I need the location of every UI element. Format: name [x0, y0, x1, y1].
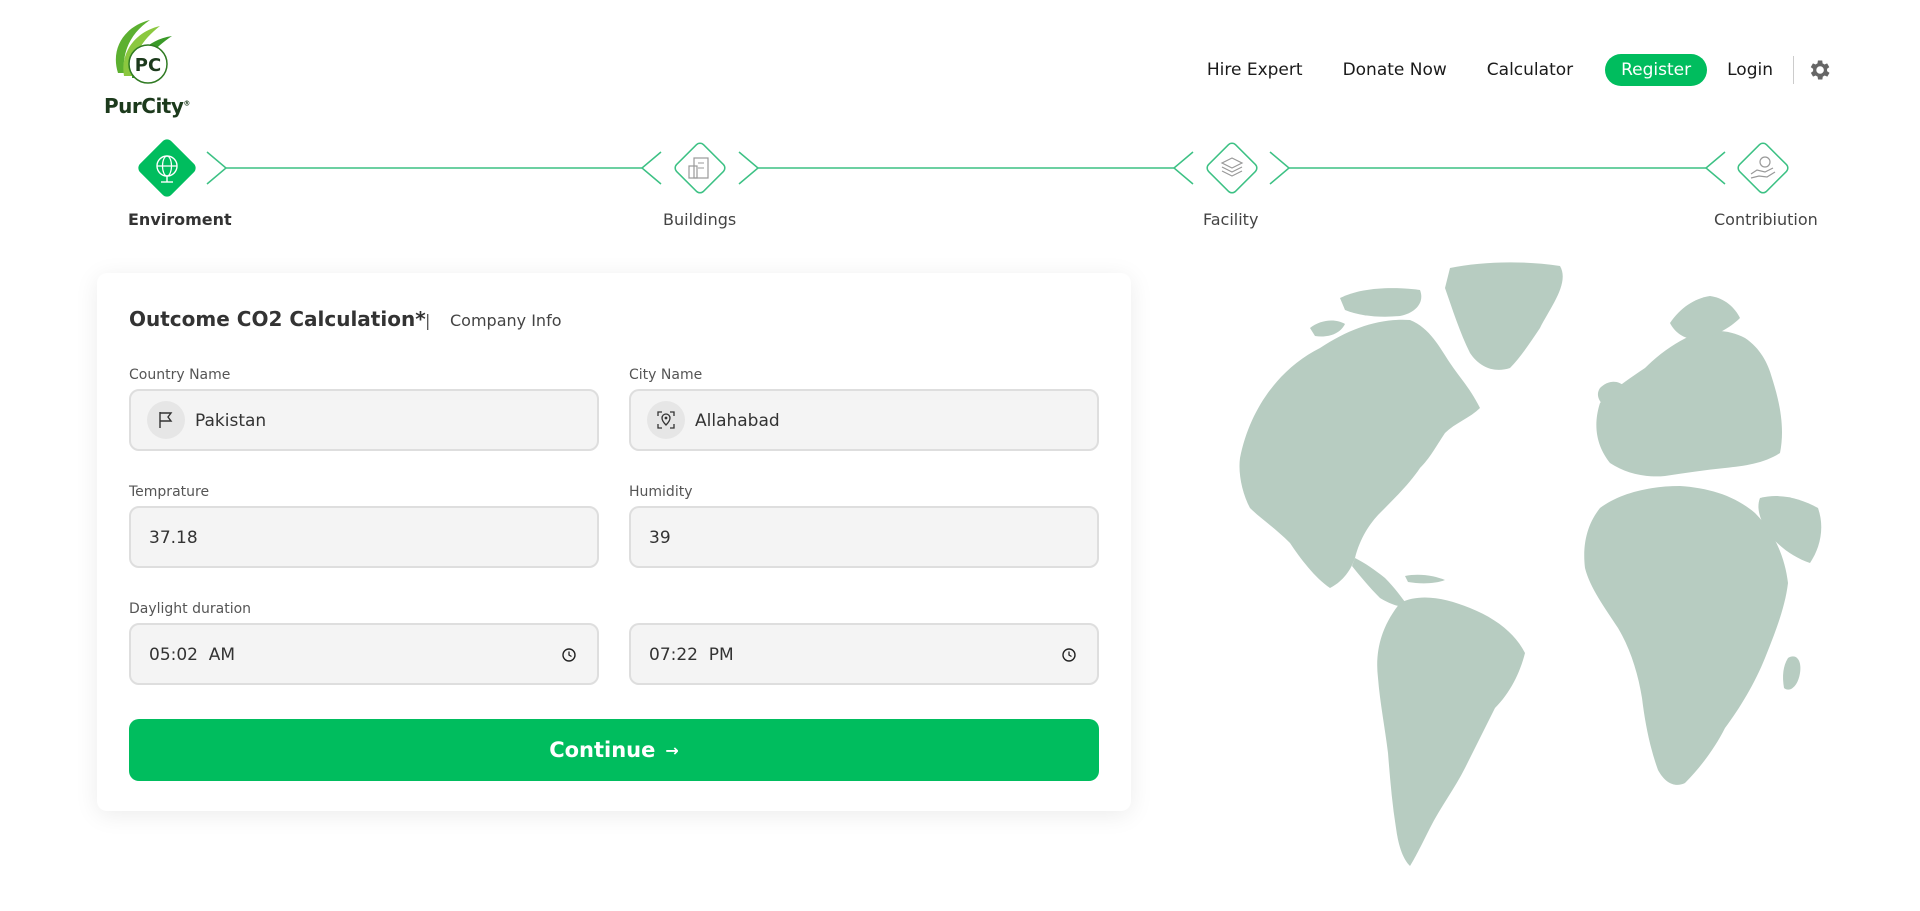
step-environment-globe-icon[interactable]: [135, 136, 199, 200]
continue-button[interactable]: Continue →: [129, 719, 1099, 781]
stepper-connectors: [206, 151, 1726, 185]
country-field[interactable]: Pakistan: [129, 389, 599, 451]
country-label: Country Name: [129, 367, 231, 383]
clock-icon[interactable]: [561, 647, 577, 663]
step-label-buildings: Buildings: [663, 210, 737, 229]
step-label-environment: Enviroment: [128, 210, 232, 229]
humidity-label: Humidity: [629, 484, 693, 500]
daylight-end-time-field[interactable]: 07:22 PM: [629, 623, 1099, 685]
flag-icon: [147, 401, 185, 439]
header: PC PurCity® Hire Expert Donate Now Calcu…: [0, 0, 1920, 130]
step-contribution-hand-heart-icon[interactable]: [1731, 136, 1795, 200]
daylight-start-time-field[interactable]: 05:02 AM: [129, 623, 599, 685]
title-separator: |: [425, 311, 431, 330]
login-link[interactable]: Login: [1727, 60, 1773, 80]
daylight-start-value: 05:02 AM: [149, 645, 236, 665]
gear-icon[interactable]: [1806, 57, 1832, 83]
temperature-value: 37.18: [149, 528, 198, 548]
nav-calculator[interactable]: Calculator: [1487, 60, 1573, 80]
daylight-end-value: 07:22 PM: [649, 645, 734, 665]
step-facility-layers-icon[interactable]: [1200, 136, 1264, 200]
temperature-field[interactable]: 37.18: [129, 506, 599, 568]
nav-divider: [1793, 56, 1794, 84]
co2-calculation-card: Outcome CO2 Calculation* | Company Info …: [97, 273, 1131, 811]
humidity-field[interactable]: 39: [629, 506, 1099, 568]
top-nav: Hire Expert Donate Now Calculator Regist…: [1207, 54, 1832, 86]
location-pin-icon: [647, 401, 685, 439]
card-title: Outcome CO2 Calculation*: [129, 307, 426, 331]
step-label-contribution: Contribiution: [1714, 210, 1818, 229]
country-value: Pakistan: [195, 411, 267, 431]
register-button[interactable]: Register: [1605, 54, 1708, 86]
city-label: City Name: [629, 367, 703, 383]
city-value: Allahabad: [695, 411, 780, 431]
nav-hire-expert[interactable]: Hire Expert: [1207, 60, 1303, 80]
company-info-link[interactable]: Company Info: [450, 311, 561, 330]
logo-initials: PC: [135, 55, 161, 76]
world-globe-illustration: [1239, 262, 1822, 866]
temperature-label: Temprature: [129, 484, 210, 500]
city-field[interactable]: Allahabad: [629, 389, 1099, 451]
humidity-value: 39: [649, 528, 671, 548]
logo-leaves-icon: PC: [115, 20, 172, 84]
daylight-label: Daylight duration: [129, 601, 252, 617]
progress-stepper: Enviroment Buildings Facility Contribiut…: [0, 130, 1920, 240]
continue-label: Continue: [549, 738, 656, 762]
arrow-right-icon: →: [665, 740, 679, 760]
step-buildings-building-icon[interactable]: [668, 136, 732, 200]
step-label-facility: Facility: [1203, 210, 1259, 229]
clock-icon[interactable]: [1061, 647, 1077, 663]
nav-donate-now[interactable]: Donate Now: [1343, 60, 1447, 80]
logo-name: PurCity®: [104, 94, 190, 118]
purcity-logo[interactable]: PC PurCity®: [104, 18, 190, 122]
